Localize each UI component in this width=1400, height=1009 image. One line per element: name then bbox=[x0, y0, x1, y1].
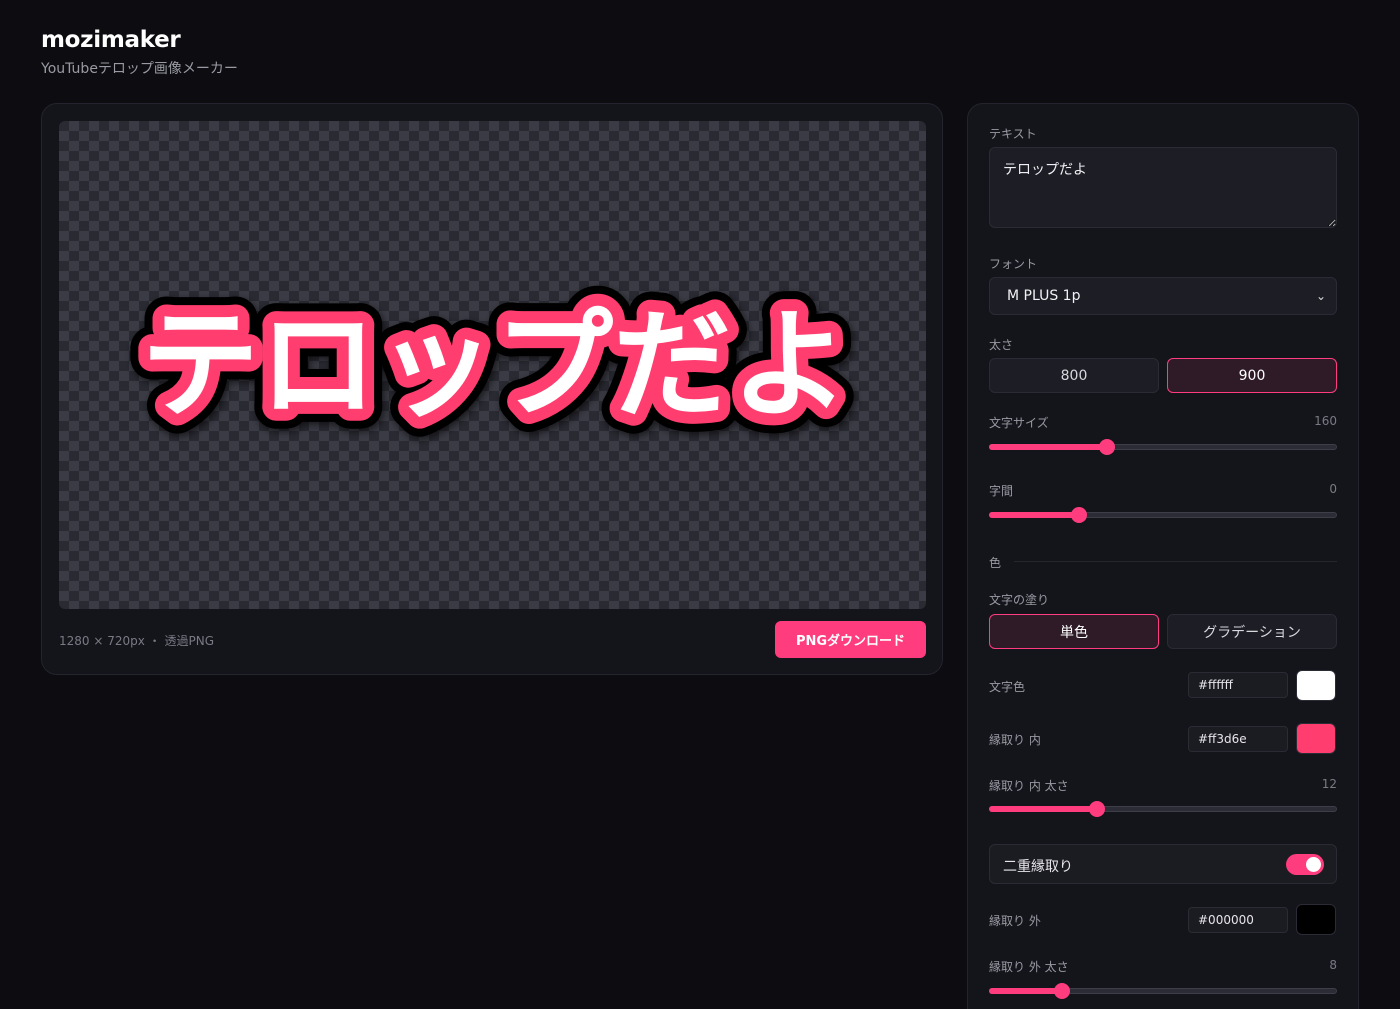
spacing-label: 字間 bbox=[989, 484, 1014, 498]
settings-panel: テキスト テロップだよ フォント M PLUS 1p ⌄ 太さ 800 900 … bbox=[967, 103, 1359, 1009]
canvas-info: 1280 × 720px ・ 透過PNG bbox=[59, 634, 214, 648]
weight-label: 太さ bbox=[989, 338, 1014, 352]
double-stroke-toggle[interactable] bbox=[1286, 854, 1324, 875]
text-label: テキスト bbox=[989, 127, 1037, 141]
outer-width-slider[interactable] bbox=[989, 983, 1337, 999]
png-download-button[interactable]: PNGダウンロード bbox=[775, 621, 926, 658]
inner-stroke-swatch[interactable] bbox=[1296, 723, 1336, 754]
inner-width-slider[interactable] bbox=[989, 801, 1337, 817]
weight-800-button[interactable]: 800 bbox=[989, 358, 1159, 393]
size-value: 160 bbox=[1314, 414, 1337, 428]
section-divider bbox=[1014, 561, 1337, 562]
text-color-label: 文字色 bbox=[989, 680, 1026, 694]
outer-stroke-swatch[interactable] bbox=[1296, 904, 1336, 935]
outer-stroke-label: 縁取り 外 bbox=[989, 914, 1041, 928]
chevron-down-icon: ⌄ bbox=[1315, 289, 1326, 303]
app-title: mozimaker bbox=[41, 27, 181, 53]
telop-preview: テロップだよ テロップだよ テロップだよ bbox=[121, 276, 869, 454]
fill-solid-button[interactable]: 単色 bbox=[989, 614, 1159, 649]
spacing-slider[interactable] bbox=[989, 507, 1337, 523]
fill-gradient-button[interactable]: グラデーション bbox=[1167, 614, 1337, 649]
outer-width-value: 8 bbox=[1329, 958, 1337, 972]
inner-width-label: 縁取り 内 太さ bbox=[989, 779, 1069, 793]
outer-width-slider-thumb[interactable] bbox=[1054, 983, 1071, 999]
inner-stroke-hex-input[interactable]: #ff3d6e bbox=[1188, 726, 1288, 752]
text-input[interactable]: テロップだよ bbox=[989, 147, 1337, 228]
app-subtitle: YouTubeテロップ画像メーカー bbox=[41, 61, 238, 77]
weight-900-button[interactable]: 900 bbox=[1167, 358, 1337, 393]
spacing-value: 0 bbox=[1329, 482, 1337, 496]
spacing-slider-thumb[interactable] bbox=[1071, 507, 1088, 523]
color-section-title: 色 bbox=[989, 556, 1002, 570]
size-label: 文字サイズ bbox=[989, 416, 1049, 430]
inner-width-slider-thumb[interactable] bbox=[1088, 801, 1105, 817]
telop-fill-text: テロップだよ bbox=[141, 296, 849, 434]
text-color-hex-input[interactable]: #ffffff bbox=[1188, 672, 1288, 698]
preview-canvas: テロップだよ テロップだよ テロップだよ bbox=[59, 121, 926, 609]
inner-width-value: 12 bbox=[1321, 777, 1337, 791]
font-select[interactable]: M PLUS 1p ⌄ bbox=[989, 277, 1337, 315]
text-color-swatch[interactable] bbox=[1296, 670, 1336, 701]
outer-stroke-hex-input[interactable]: #000000 bbox=[1188, 907, 1288, 933]
font-select-value: M PLUS 1p bbox=[1007, 288, 1081, 304]
size-slider[interactable] bbox=[989, 439, 1337, 455]
size-slider-thumb[interactable] bbox=[1099, 439, 1116, 455]
inner-stroke-label: 縁取り 内 bbox=[989, 733, 1041, 747]
double-stroke-label: 二重縁取り bbox=[1003, 859, 1073, 875]
preview-panel: テロップだよ テロップだよ テロップだよ 1280 × 720px ・ 透過PN… bbox=[41, 103, 943, 675]
outer-width-label: 縁取り 外 太さ bbox=[989, 960, 1069, 974]
double-stroke-row[interactable]: 二重縁取り bbox=[989, 844, 1337, 884]
fill-label: 文字の塗り bbox=[989, 593, 1050, 607]
font-label: フォント bbox=[989, 257, 1038, 271]
